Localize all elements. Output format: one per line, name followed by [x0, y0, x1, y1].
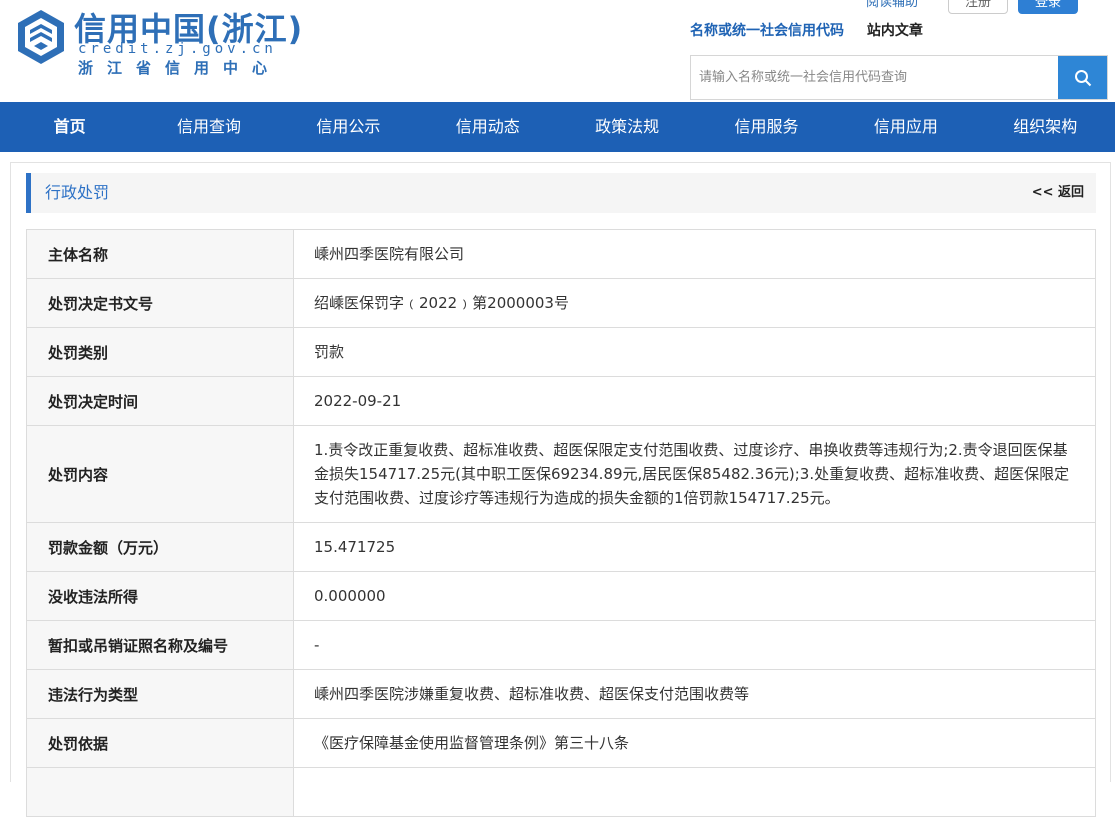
row-value: -	[293, 620, 1096, 670]
search-tab-articles[interactable]: 站内文章	[867, 23, 923, 39]
row-label: 罚款金额（万元）	[26, 522, 294, 572]
row-value: 2022-09-21	[293, 376, 1096, 426]
row-label: 处罚决定时间	[26, 376, 294, 426]
penalty-detail-table: 主体名称 嵊州四季医院有限公司 处罚决定书文号 绍嵊医保罚字﹙2022﹚第200…	[26, 229, 1096, 817]
login-button[interactable]: 登录	[1018, 0, 1078, 14]
row-label: 处罚决定书文号	[26, 278, 294, 328]
row-label: 暂扣或吊销证照名称及编号	[26, 620, 294, 670]
table-row: 处罚决定时间 2022-09-21	[26, 376, 1096, 426]
row-value: 罚款	[293, 327, 1096, 377]
row-value: 0.000000	[293, 571, 1096, 621]
table-row: 没收违法所得 0.000000	[26, 571, 1096, 621]
nav-item-credit-service[interactable]: 信用服务	[697, 102, 836, 152]
nav-item-credit-application[interactable]: 信用应用	[836, 102, 975, 152]
nav-item-home[interactable]: 首页	[0, 102, 139, 152]
credit-china-logo-icon	[18, 10, 64, 64]
brand-domain: credit.zj.gov.cn	[78, 41, 277, 57]
row-value: 15.471725	[293, 522, 1096, 572]
row-value: 1.责令改正重复收费、超标准收费、超医保限定支付范围收费、过度诊疗、串换收费等违…	[293, 425, 1096, 523]
nav-item-credit-query[interactable]: 信用查询	[139, 102, 278, 152]
row-value: 嵊州四季医院涉嫌重复收费、超标准收费、超医保支付范围收费等	[293, 669, 1096, 719]
accessibility-link[interactable]: 阅读辅助	[866, 0, 918, 10]
nav-item-organization[interactable]: 组织架构	[976, 102, 1115, 152]
row-label: 处罚依据	[26, 718, 294, 768]
nav-item-credit-publicity[interactable]: 信用公示	[279, 102, 418, 152]
back-link[interactable]: << 返回	[1032, 173, 1084, 213]
table-row: 违法行为类型 嵊州四季医院涉嫌重复收费、超标准收费、超医保支付范围收费等	[26, 669, 1096, 719]
table-row: 暂扣或吊销证照名称及编号 -	[26, 620, 1096, 670]
site-header: 信用中国(浙江) credit.zj.gov.cn 浙江省信用中心 阅读辅助 注…	[0, 0, 1115, 102]
row-value: 《医疗保障基金使用监督管理条例》第三十八条	[293, 718, 1096, 768]
table-row: 处罚依据 《医疗保障基金使用监督管理条例》第三十八条	[26, 718, 1096, 768]
register-button[interactable]: 注册	[948, 0, 1008, 14]
table-row: 处罚类别 罚款	[26, 327, 1096, 377]
table-row: 处罚决定书文号 绍嵊医保罚字﹙2022﹚第2000003号	[26, 278, 1096, 328]
row-label: 没收违法所得	[26, 571, 294, 621]
content-panel: 行政处罚 << 返回 主体名称 嵊州四季医院有限公司 处罚决定书文号 绍嵊医保罚…	[10, 162, 1111, 817]
main-nav: 首页 信用查询 信用公示 信用动态 政策法规 信用服务 信用应用 组织架构	[0, 102, 1115, 152]
row-label: 处罚内容	[26, 425, 294, 523]
search-icon	[1074, 69, 1091, 86]
search-tabs: 名称或统一社会信用代码 站内文章	[690, 20, 923, 40]
search-input[interactable]	[691, 56, 1058, 99]
table-row: 处罚内容 1.责令改正重复收费、超标准收费、超医保限定支付范围收费、过度诊疗、串…	[26, 425, 1096, 523]
search-tab-name-code[interactable]: 名称或统一社会信用代码	[690, 23, 844, 39]
row-label: 违法行为类型	[26, 669, 294, 719]
row-label: 处罚类别	[26, 327, 294, 377]
search-button[interactable]	[1058, 56, 1107, 99]
row-value: 嵊州四季医院有限公司	[293, 229, 1096, 279]
table-row: 主体名称 嵊州四季医院有限公司	[26, 229, 1096, 279]
nav-item-policies[interactable]: 政策法规	[558, 102, 697, 152]
section-header: 行政处罚 << 返回	[26, 173, 1096, 213]
table-row: 罚款金额（万元） 15.471725	[26, 522, 1096, 572]
section-title: 行政处罚	[45, 183, 110, 202]
row-value: 绍嵊医保罚字﹙2022﹚第2000003号	[293, 278, 1096, 328]
brand-subtitle: 浙江省信用中心	[78, 59, 282, 77]
search-box	[690, 55, 1108, 100]
row-label: 主体名称	[26, 229, 294, 279]
nav-item-credit-news[interactable]: 信用动态	[418, 102, 557, 152]
